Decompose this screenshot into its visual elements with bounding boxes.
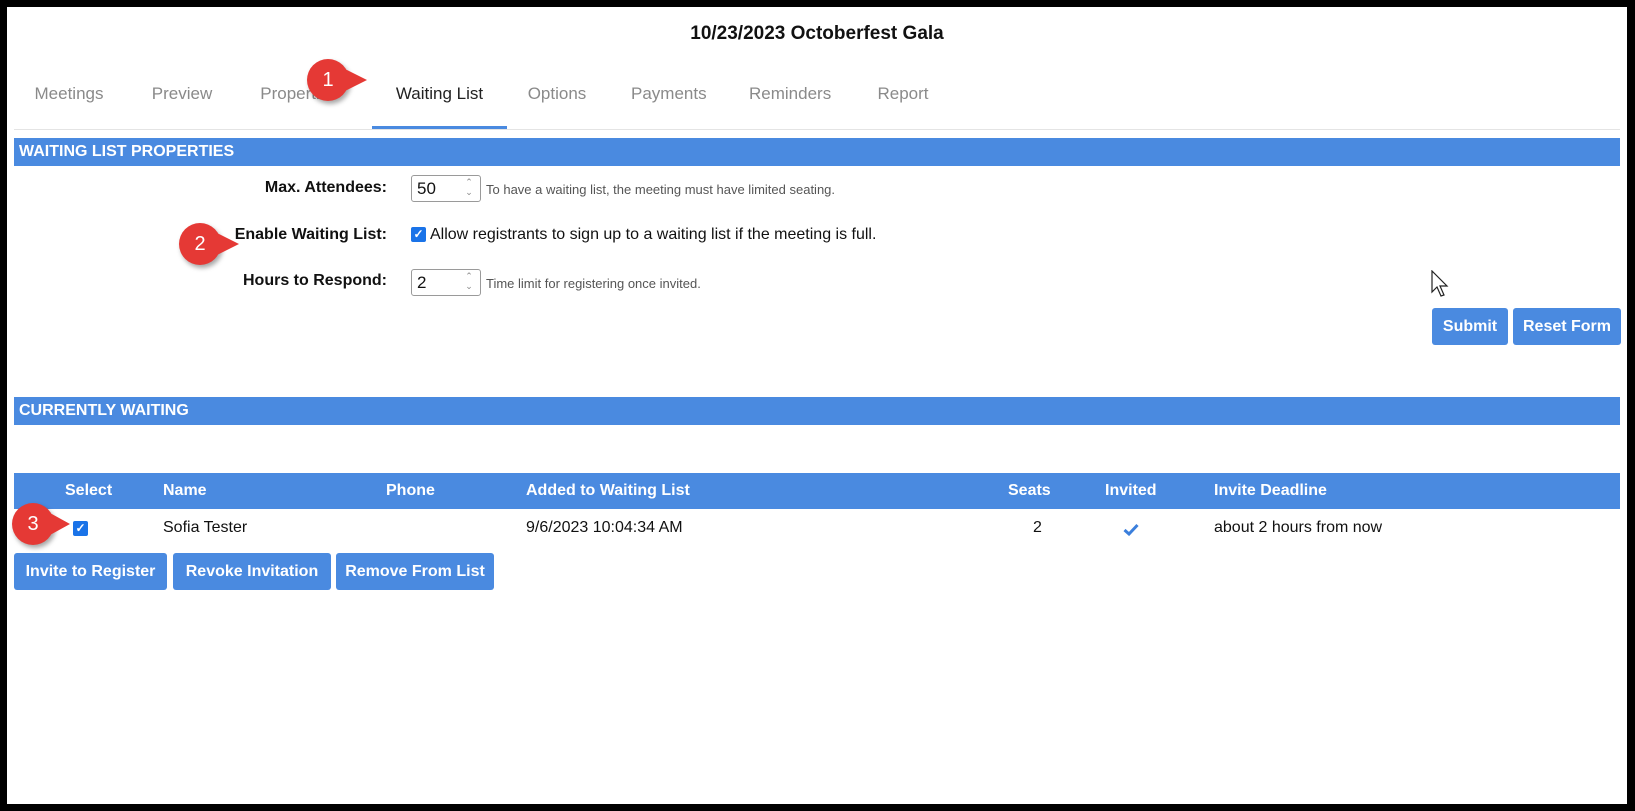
invite-to-register-button[interactable]: Invite to Register (14, 553, 167, 590)
waiting-list-properties-header: WAITING LIST PROPERTIES (14, 138, 1620, 166)
callout-badge-1: 1 (307, 59, 367, 101)
hours-to-respond-hint: Time limit for registering once invited. (486, 276, 701, 291)
mouse-pointer-icon (1431, 270, 1449, 297)
column-select: Select (65, 482, 113, 499)
callout-badge-3: 3 (12, 503, 70, 545)
row-added: 9/6/2023 10:04:34 AM (526, 519, 683, 536)
row-select-checkbox[interactable]: ✓ (73, 521, 88, 536)
column-phone: Phone (386, 482, 435, 499)
max-attendees-value: 50 (417, 179, 436, 198)
enable-waiting-list-checkbox[interactable]: ✓ (411, 227, 426, 242)
callout-number: 1 (322, 69, 334, 91)
tab-meetings[interactable]: Meetings (34, 67, 104, 129)
submit-button[interactable]: Submit (1432, 308, 1508, 345)
row-invite-deadline: about 2 hours from now (1214, 519, 1383, 536)
column-name: Name (163, 482, 207, 499)
tab-preview[interactable]: Preview (150, 67, 214, 129)
page-title: 10/23/2023 Octoberfest Gala (690, 23, 944, 44)
column-invite-deadline: Invite Deadline (1214, 482, 1327, 499)
max-attendees-input[interactable]: 50 ⌃ ⌄ (411, 175, 481, 202)
tab-bar: Meetings Preview Properties Waiting List… (14, 67, 1620, 130)
max-attendees-label: Max. Attendees: (264, 179, 387, 196)
callout-pointer (345, 69, 367, 91)
row-name: Sofia Tester (163, 519, 248, 536)
column-seats: Seats (1008, 482, 1051, 499)
tab-report[interactable]: Report (877, 67, 929, 129)
callout-pointer (50, 513, 70, 535)
reset-form-button[interactable]: Reset Form (1513, 308, 1621, 345)
enable-waiting-list-text: Allow registrants to sign up to a waitin… (430, 226, 877, 243)
revoke-invitation-button[interactable]: Revoke Invitation (173, 553, 331, 590)
spinner-arrows-icon[interactable]: ⌃ ⌄ (461, 177, 477, 200)
enable-waiting-list-label: Enable Waiting List: (234, 226, 387, 243)
max-attendees-hint: To have a waiting list, the meeting must… (486, 182, 836, 197)
spinner-arrows-icon[interactable]: ⌃ ⌄ (461, 271, 477, 294)
tab-payments[interactable]: Payments (631, 67, 707, 129)
hours-to-respond-value: 2 (417, 273, 427, 292)
tab-reminders[interactable]: Reminders (749, 67, 831, 129)
column-added: Added to Waiting List (526, 482, 690, 499)
tab-options[interactable]: Options (526, 67, 588, 129)
tab-waiting-list[interactable]: Waiting List (372, 67, 507, 129)
checkmark-icon (1123, 523, 1139, 536)
callout-number: 3 (27, 513, 39, 535)
hours-to-respond-input[interactable]: 2 ⌃ ⌄ (411, 269, 481, 296)
waiting-table-header: Select Name Phone Added to Waiting List … (14, 473, 1620, 509)
row-seats: 2 (1033, 519, 1042, 536)
column-invited: Invited (1105, 482, 1157, 499)
hours-to-respond-label: Hours to Respond: (243, 272, 387, 289)
currently-waiting-header: CURRENTLY WAITING (14, 397, 1620, 425)
remove-from-list-button[interactable]: Remove From List (336, 553, 494, 590)
app-frame: 10/23/2023 Octoberfest Gala Meetings Pre… (7, 7, 1627, 804)
